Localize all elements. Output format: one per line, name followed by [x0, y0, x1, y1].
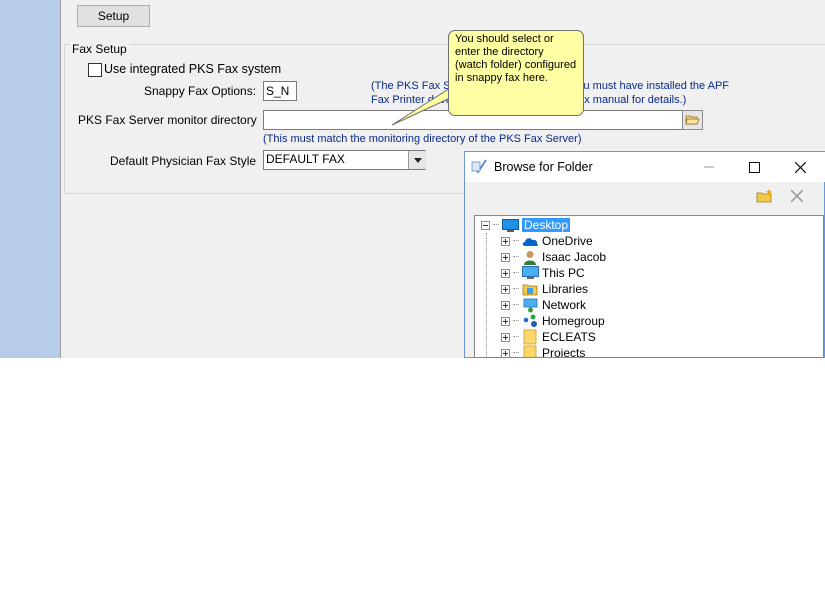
tree-connector — [493, 224, 499, 226]
tree-item-label: ECLEATS — [542, 330, 596, 344]
monitor-directory-label: PKS Fax Server monitor directory — [78, 113, 257, 127]
monitor-directory-note: (This must match the monitoring director… — [263, 133, 582, 145]
network-icon — [521, 297, 539, 313]
libraries-icon — [521, 281, 539, 297]
tree-item-desktop[interactable]: Desktop — [481, 217, 571, 233]
dialog-title: Browse for Folder — [494, 160, 593, 174]
browse-folder-button[interactable] — [682, 110, 703, 130]
close-icon — [794, 161, 806, 173]
tree-item-network[interactable]: Network — [501, 297, 586, 313]
delete-icon — [791, 190, 803, 202]
tree-connector — [513, 240, 519, 242]
delete-button[interactable] — [786, 186, 808, 206]
new-folder-button[interactable] — [754, 186, 776, 206]
folder-tree[interactable]: Desktop OneDrive Isaac Jacob This PC Lib… — [474, 215, 824, 358]
integrated-fax-checkbox[interactable] — [88, 63, 102, 77]
tree-connector — [513, 320, 519, 322]
snappy-fax-options-label: Snappy Fax Options: — [144, 84, 257, 98]
onedrive-icon — [521, 233, 539, 249]
expand-toggle[interactable] — [501, 236, 510, 246]
tree-item-libraries[interactable]: Libraries — [501, 281, 588, 297]
expand-toggle[interactable] — [501, 268, 510, 278]
fax-style-value: DEFAULT FAX — [266, 152, 345, 166]
integrated-fax-label[interactable]: Use integrated PKS Fax system — [104, 62, 281, 76]
tree-item-label: Desktop — [522, 218, 571, 232]
tree-item-label: This PC — [542, 266, 585, 280]
expand-toggle[interactable] — [501, 300, 510, 310]
tree-item-projects[interactable]: Projects — [501, 345, 586, 358]
tree-item-onedrive[interactable]: OneDrive — [501, 233, 593, 249]
setup-button[interactable]: Setup — [77, 5, 150, 27]
tree-item-label: Homegroup — [542, 314, 605, 328]
maximize-button[interactable] — [731, 152, 777, 182]
left-sidebar-strip — [0, 0, 60, 358]
desktop-icon — [501, 217, 519, 233]
tree-item-label: Network — [542, 298, 587, 312]
minimize-icon — [704, 166, 714, 168]
help-tooltip: You should select or enter the directory… — [448, 30, 584, 116]
computer-icon — [521, 265, 539, 281]
fax-style-label: Default Physician Fax Style — [110, 154, 257, 168]
fax-setup-title: Fax Setup — [70, 42, 129, 56]
chevron-down-icon[interactable] — [408, 151, 426, 169]
tree-connector — [513, 288, 519, 290]
browse-folder-icon — [471, 158, 488, 178]
expand-toggle[interactable] — [501, 348, 510, 357]
expand-toggle[interactable] — [501, 284, 510, 294]
tree-connector — [513, 304, 519, 306]
new-folder-icon — [756, 189, 772, 203]
tree-item-this-pc[interactable]: This PC — [501, 265, 585, 281]
expand-toggle[interactable] — [501, 252, 510, 262]
maximize-icon — [748, 161, 760, 173]
tree-item-label: OneDrive — [542, 234, 593, 248]
tree-connector — [513, 256, 519, 258]
folder-open-icon — [685, 115, 700, 125]
tree-item-user[interactable]: Isaac Jacob — [501, 249, 606, 265]
tree-item-label: Projects — [542, 346, 586, 358]
close-button[interactable] — [777, 152, 823, 182]
minimize-button[interactable] — [686, 152, 732, 182]
tree-connector — [513, 336, 519, 338]
tree-guide-line — [486, 233, 488, 357]
tree-item-label: Libraries — [542, 282, 589, 296]
tree-item-label: Isaac Jacob — [542, 250, 607, 264]
collapse-toggle[interactable] — [481, 220, 490, 230]
tree-connector — [513, 352, 519, 354]
user-icon — [521, 249, 539, 265]
folder-icon — [521, 345, 539, 357]
tree-item-ecleats[interactable]: ECLEATS — [501, 329, 596, 345]
folder-icon — [521, 329, 539, 345]
expand-toggle[interactable] — [501, 316, 510, 326]
tree-item-homegroup[interactable]: Homegroup — [501, 313, 605, 329]
snappy-fax-options-input[interactable]: S_N — [263, 81, 297, 101]
homegroup-icon — [521, 313, 539, 329]
tree-connector — [513, 272, 519, 274]
expand-toggle[interactable] — [501, 332, 510, 342]
